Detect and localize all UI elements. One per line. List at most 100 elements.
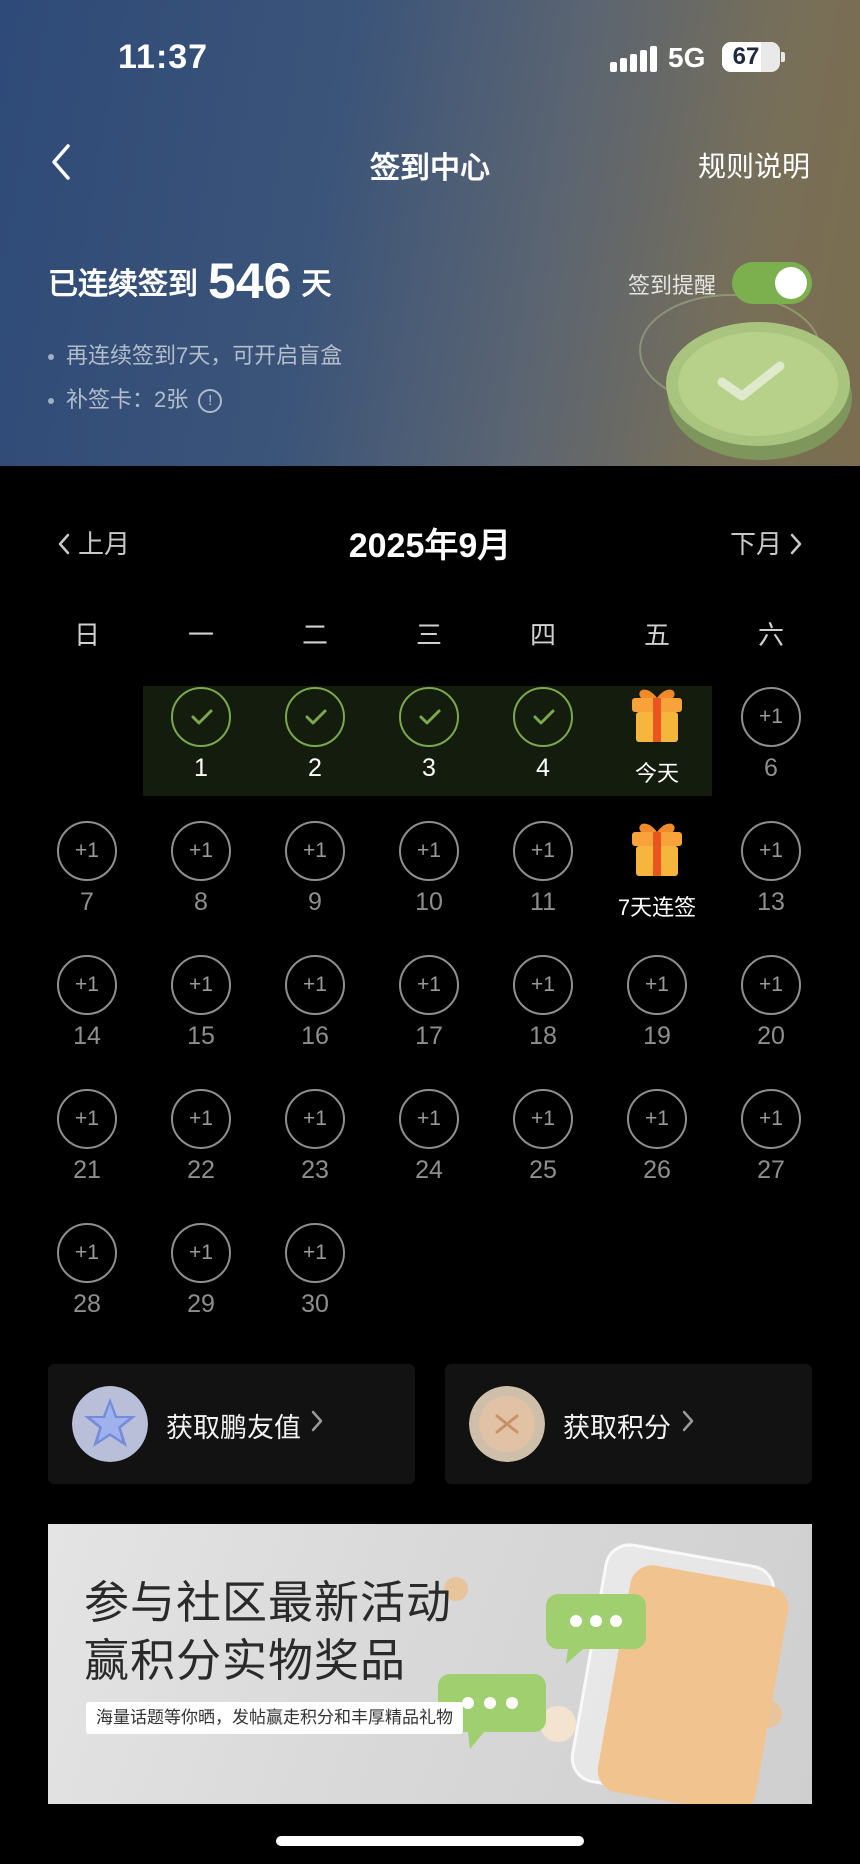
calendar-day[interactable]: +1 10 <box>372 812 486 922</box>
day-label: 21 <box>73 1156 101 1184</box>
banner-headline: 参与社区最新活动 <box>84 1577 453 1628</box>
calendar-day[interactable]: +1 11 <box>486 812 600 922</box>
plus-one-badge: +1 <box>171 1089 231 1149</box>
calendar-day[interactable]: +1 21 <box>30 1080 144 1190</box>
calendar-day[interactable]: +1 19 <box>600 946 714 1056</box>
battery-percent: 67 <box>732 43 760 70</box>
calendar-day[interactable]: +1 25 <box>486 1080 600 1190</box>
weekday-label: 一 <box>187 620 214 650</box>
day-label: 25 <box>529 1156 557 1184</box>
plus-one-badge: +1 <box>741 821 801 881</box>
get-points-card[interactable]: 获取积分 <box>445 1364 812 1484</box>
battery-tip <box>781 52 785 62</box>
banner-subheadline: 赢积分实物奖品 <box>84 1635 407 1686</box>
plus-one-badge: +1 <box>57 955 117 1015</box>
next-month-button[interactable]: 下月 <box>730 524 804 561</box>
plus-one-badge: +1 <box>171 955 231 1015</box>
calendar-gift-day[interactable]: 今天 <box>600 678 714 788</box>
plus-one-badge: +1 <box>513 955 573 1015</box>
calendar-day[interactable]: +1 8 <box>144 812 258 922</box>
calendar-day[interactable]: +1 22 <box>144 1080 258 1190</box>
streak-summary: 已连续签到 546 天 <box>48 252 331 310</box>
day-label: 23 <box>301 1156 329 1184</box>
day-label: 2 <box>308 754 322 782</box>
calendar-day[interactable]: +1 24 <box>372 1080 486 1190</box>
plus-one-badge: +1 <box>57 1223 117 1283</box>
calendar-day[interactable]: +1 17 <box>372 946 486 1056</box>
calendar-day[interactable]: 3 <box>372 678 486 788</box>
next-month-label: 下月 <box>729 529 782 559</box>
calendar-day[interactable]: +1 29 <box>144 1214 258 1324</box>
plus-one-badge: +1 <box>285 1089 345 1149</box>
calendar-day[interactable]: +1 16 <box>258 946 372 1056</box>
status-time: 11:37 <box>118 38 209 76</box>
calendar-day[interactable]: +1 20 <box>714 946 828 1056</box>
calendar-day[interactable]: +1 23 <box>258 1080 372 1190</box>
tips-list: 再连续签到7天，可开启盲盒 补签卡：2张! <box>48 340 342 428</box>
calendar-day[interactable]: 2 <box>258 678 372 788</box>
activity-banner[interactable]: 参与社区最新活动 赢积分实物奖品 海量话题等你晒，发帖赢走积分和丰厚精品礼物 <box>48 1524 812 1804</box>
checked-mark <box>513 687 573 747</box>
plus-one-badge: +1 <box>399 821 459 881</box>
calendar-day[interactable]: +1 7 <box>30 812 144 922</box>
calendar-gift-day[interactable]: 7天连签 <box>600 812 714 922</box>
day-label: 11 <box>530 888 556 916</box>
day-label: 7 <box>80 888 94 916</box>
plus-one-badge: +1 <box>399 1089 459 1149</box>
day-label: 14 <box>73 1022 101 1050</box>
info-icon[interactable]: ! <box>198 389 223 414</box>
chevron-right-icon <box>682 1410 694 1432</box>
plus-one-badge: +1 <box>513 821 573 881</box>
streak-suffix: 天 <box>301 268 332 301</box>
day-label: 24 <box>415 1156 443 1184</box>
reminder-toggle[interactable] <box>732 262 812 304</box>
weekday-label: 四 <box>529 620 556 650</box>
day-label: 10 <box>415 888 443 916</box>
weekday-label: 三 <box>415 620 442 650</box>
chat-phone-illustration <box>438 1543 789 1804</box>
calendar-day[interactable]: +1 14 <box>30 946 144 1056</box>
calendar-day[interactable]: +1 15 <box>144 946 258 1056</box>
plus-one-badge: +1 <box>285 1223 345 1283</box>
plus-one-badge: +1 <box>57 821 117 881</box>
sign-in-header: 11:37 5G 67 签到中心 规则说明 已连续签到 546 天 再连续签到7天，… <box>0 0 860 466</box>
plus-one-badge: +1 <box>741 687 801 747</box>
reminder-label: 签到提醒 <box>627 273 716 298</box>
checked-mark <box>285 687 345 747</box>
day-label: 20 <box>757 1022 785 1050</box>
calendar-day[interactable]: 4 <box>486 678 600 788</box>
day-label: 16 <box>301 1022 329 1050</box>
home-indicator <box>276 1836 584 1846</box>
plus-one-badge: +1 <box>513 1089 573 1149</box>
calendar-day[interactable]: +1 18 <box>486 946 600 1056</box>
plus-one-badge: +1 <box>399 955 459 1015</box>
day-label: 22 <box>187 1156 215 1184</box>
calendar-day[interactable]: +1 26 <box>600 1080 714 1190</box>
plus-one-badge: +1 <box>285 955 345 1015</box>
card-label: 获取鹏友值 <box>166 1413 301 1443</box>
calendar-day[interactable]: +1 13 <box>714 812 828 922</box>
day-label: 8 <box>194 888 208 916</box>
gift-icon <box>632 823 682 876</box>
calendar-day[interactable]: +1 27 <box>714 1080 828 1190</box>
plus-one-badge: +1 <box>627 1089 687 1149</box>
calendar-day[interactable]: +1 28 <box>30 1214 144 1324</box>
calendar-day[interactable]: +1 6 <box>714 678 828 788</box>
tip-blind-box: 再连续签到7天，可开启盲盒 <box>48 340 342 384</box>
day-label: 3 <box>422 754 436 782</box>
calendar-day[interactable]: +1 9 <box>258 812 372 922</box>
day-label: 28 <box>73 1290 101 1318</box>
calendar-day[interactable]: 1 <box>144 678 258 788</box>
day-label: 1 <box>194 754 208 782</box>
plus-one-badge: +1 <box>171 1223 231 1283</box>
weekday-label: 五 <box>643 620 670 650</box>
tip-text: 再连续签到7天，可开启盲盒 <box>66 343 343 368</box>
coin-check-icon <box>639 294 852 460</box>
checked-mark <box>171 687 231 747</box>
get-pengyou-card[interactable]: 获取鹏友值 <box>48 1364 415 1484</box>
rules-link[interactable]: 规则说明 <box>698 145 810 185</box>
day-label: 18 <box>529 1022 557 1050</box>
calendar-day[interactable]: +1 30 <box>258 1214 372 1324</box>
day-label: 6 <box>764 754 778 782</box>
day-label: 13 <box>757 888 785 916</box>
